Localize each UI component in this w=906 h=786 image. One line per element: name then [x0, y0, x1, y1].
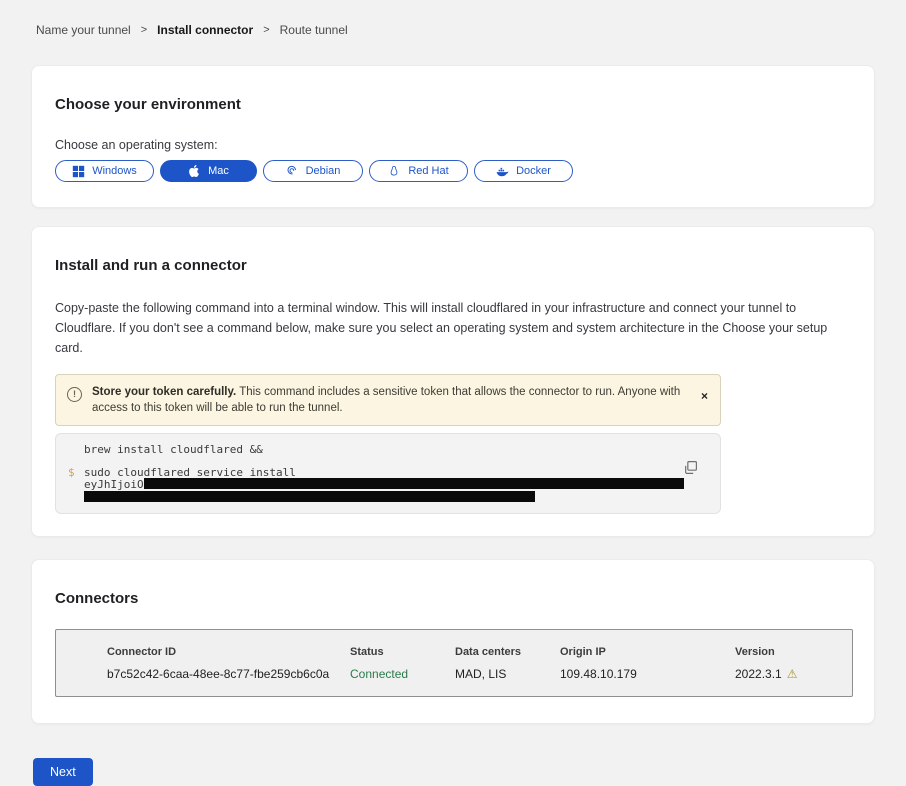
- column-header-connector-id: Connector ID: [107, 646, 350, 658]
- os-button-label: Mac: [208, 165, 229, 177]
- column-header-version: Version: [735, 646, 852, 658]
- column-header-origin-ip: Origin IP: [560, 646, 735, 658]
- connectors-card: Connectors Connector ID Status Data cent…: [31, 559, 875, 724]
- os-button-label: Red Hat: [408, 165, 448, 177]
- tunnel-setup-page: Name your tunnel > Install connector > R…: [0, 0, 906, 740]
- connectors-table: Connector ID Status Data centers Origin …: [55, 629, 853, 697]
- data-centers-cell: MAD, LIS: [455, 667, 560, 681]
- column-header-status: Status: [350, 646, 455, 658]
- table-header-row: Connector ID Status Data centers Origin …: [107, 646, 852, 658]
- shell-prompt: $: [68, 467, 84, 479]
- origin-ip-cell: 109.48.10.179: [560, 667, 735, 681]
- windows-logo-icon: [72, 165, 85, 178]
- debian-logo-icon: [286, 165, 299, 178]
- install-command-codeblock: brew install cloudflared && $ sudo cloud…: [55, 433, 721, 514]
- close-banner-button[interactable]: ×: [701, 390, 708, 402]
- version-warning-icon: ⚠: [787, 668, 798, 680]
- copy-icon: [683, 463, 698, 478]
- os-button-label: Docker: [516, 165, 551, 177]
- docker-logo-icon: [496, 165, 509, 178]
- redacted-token-bar: [84, 491, 535, 502]
- column-header-data-centers: Data centers: [455, 646, 560, 658]
- install-connector-title: Install and run a connector: [55, 257, 844, 274]
- connectors-title: Connectors: [55, 590, 852, 607]
- token-warning-title: Store your token carefully.: [92, 386, 236, 398]
- token-prefix: eyJhIjoiO: [84, 478, 144, 491]
- code-line-sudo: $ sudo cloudflared service install: [68, 467, 680, 479]
- install-connector-card: Install and run a connector Copy-paste t…: [31, 226, 875, 537]
- info-circle-icon: !: [67, 387, 82, 402]
- os-button-group: Windows Mac Debian: [55, 160, 850, 182]
- copy-command-button[interactable]: [683, 460, 698, 475]
- os-button-debian[interactable]: Debian: [263, 160, 363, 182]
- token-warning-banner: ! Store your token carefully. This comma…: [55, 374, 721, 426]
- redhat-logo-icon: [388, 165, 401, 178]
- status-badge: Connected: [350, 667, 455, 681]
- token-warning-text: Store your token carefully. This command…: [92, 384, 687, 416]
- code-line-brew: brew install cloudflared &&: [84, 444, 680, 456]
- os-button-windows[interactable]: Windows: [55, 160, 154, 182]
- redacted-token-bar: [144, 478, 684, 489]
- breadcrumb-separator: >: [263, 24, 269, 36]
- code-line-token: eyJhIjoiO: [84, 478, 680, 491]
- version-value: 2022.3.1: [735, 667, 782, 681]
- os-button-docker[interactable]: Docker: [474, 160, 573, 182]
- breadcrumb-install-connector[interactable]: Install connector: [157, 23, 253, 37]
- operating-system-label: Choose an operating system:: [55, 138, 850, 152]
- breadcrumb-separator: >: [141, 24, 147, 36]
- close-icon: ×: [701, 389, 708, 403]
- install-description: Copy-paste the following command into a …: [55, 298, 844, 358]
- os-button-label: Debian: [306, 165, 341, 177]
- table-row: b7c52c42-6caa-48ee-8c77-fbe259cb6c0a Con…: [107, 667, 852, 681]
- breadcrumb-name-your-tunnel[interactable]: Name your tunnel: [36, 23, 131, 37]
- breadcrumb: Name your tunnel > Install connector > R…: [0, 0, 906, 37]
- os-button-redhat[interactable]: Red Hat: [369, 160, 468, 182]
- code-command-text: sudo cloudflared service install: [84, 467, 296, 479]
- apple-logo-icon: [188, 165, 201, 178]
- next-button[interactable]: Next: [33, 758, 93, 786]
- choose-environment-title: Choose your environment: [55, 96, 850, 113]
- version-cell: 2022.3.1 ⚠: [735, 667, 852, 681]
- choose-environment-card: Choose your environment Choose an operat…: [31, 65, 875, 208]
- connector-id-cell: b7c52c42-6caa-48ee-8c77-fbe259cb6c0a: [107, 667, 350, 681]
- os-button-label: Windows: [92, 165, 137, 177]
- breadcrumb-route-tunnel[interactable]: Route tunnel: [280, 23, 348, 37]
- os-button-mac[interactable]: Mac: [160, 160, 257, 182]
